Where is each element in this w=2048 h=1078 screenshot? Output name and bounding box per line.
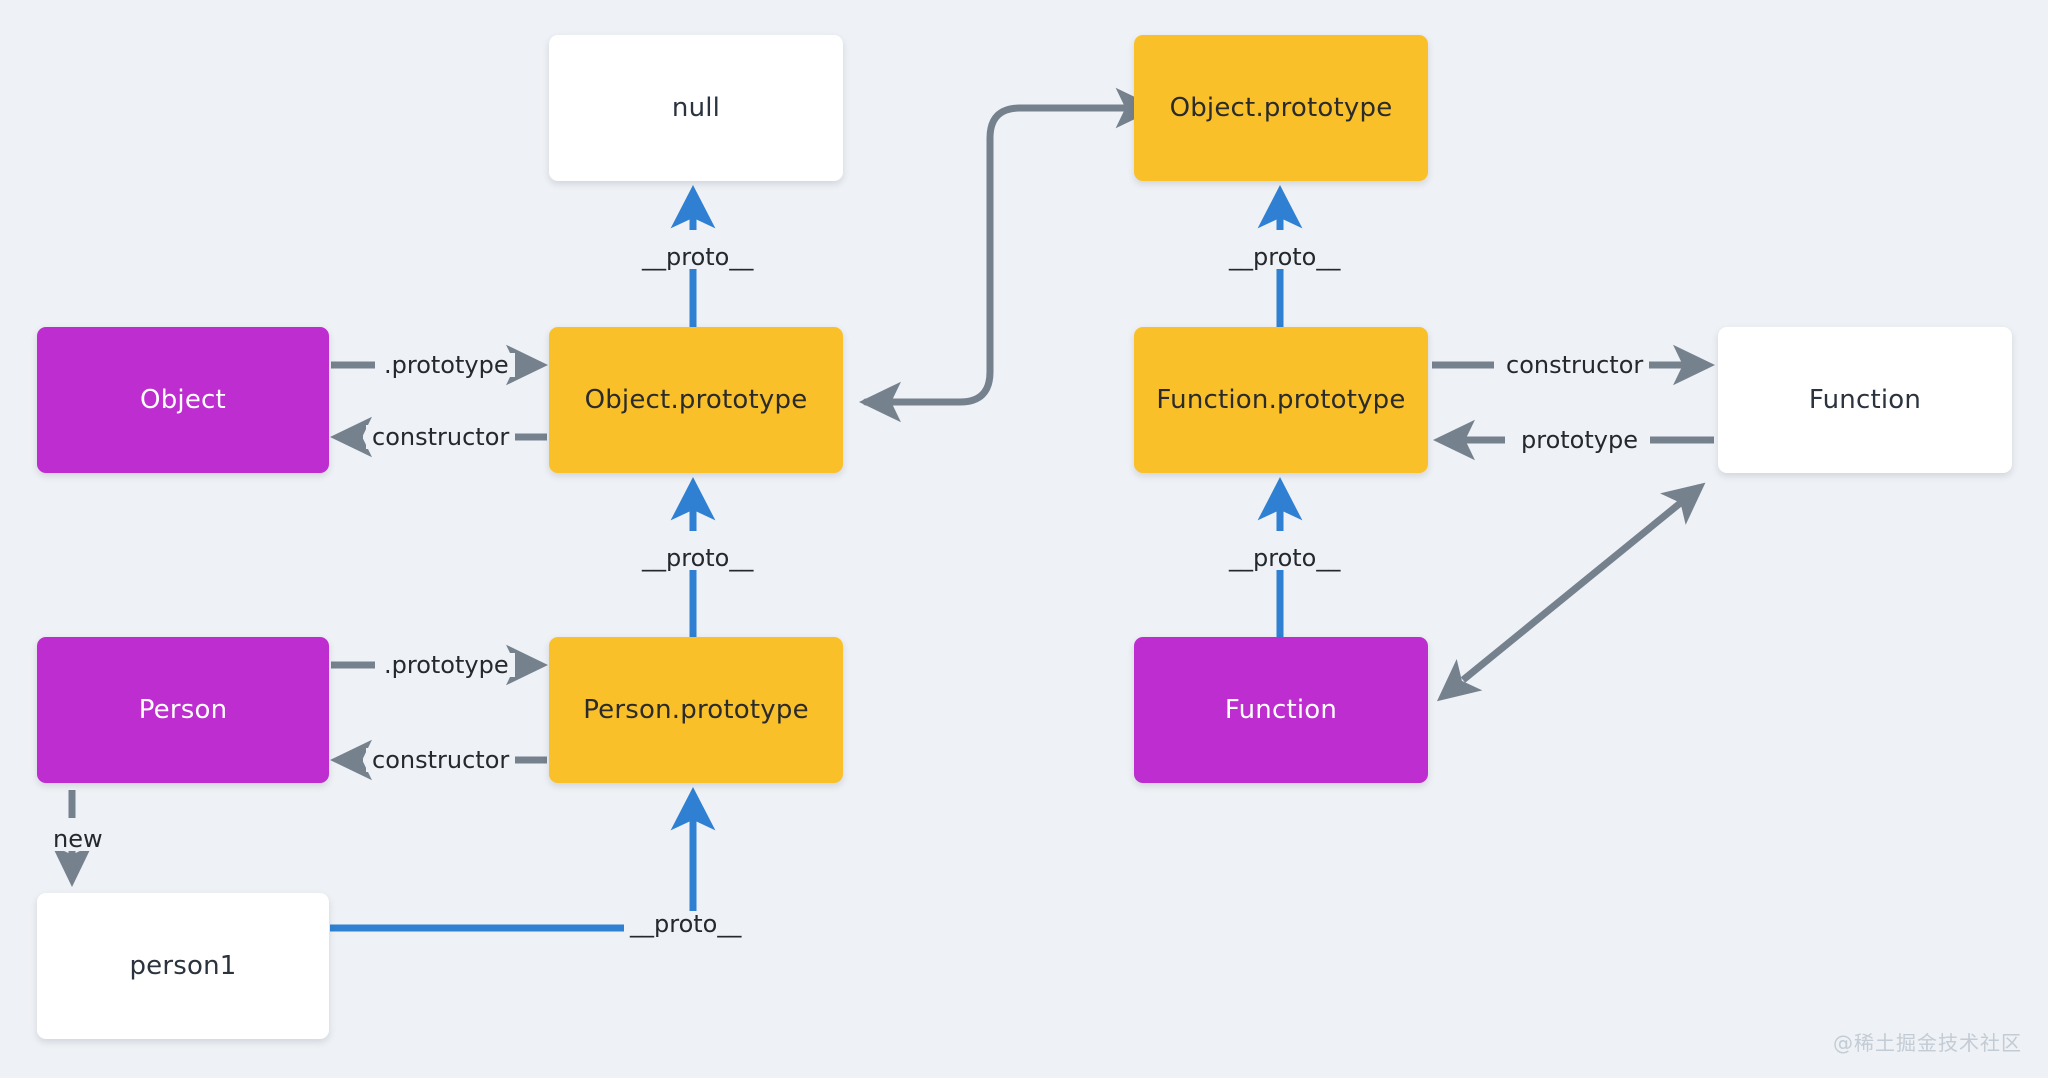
edge-label-object-prototype: .prototype [378, 353, 515, 377]
edge-label-functionprototype-constructor: constructor [1500, 353, 1650, 377]
edge-label-proto-objectprototype-null: __proto__ [636, 245, 760, 269]
node-function-prototype[interactable]: Function.prototype [1134, 327, 1428, 473]
node-person1[interactable]: person1 [37, 893, 329, 1039]
edge-label-proto-functionctor-functionprototype: __proto__ [1223, 546, 1347, 570]
node-label: person1 [129, 951, 237, 981]
node-label: Object [140, 385, 226, 415]
edge-label-proto-personprototype-objectprototype: __proto__ [636, 546, 760, 570]
node-label: Person [138, 695, 228, 725]
node-label: Function [1808, 385, 1922, 415]
node-function-plain[interactable]: Function [1718, 327, 2012, 473]
node-person-prototype[interactable]: Person.prototype [549, 637, 843, 783]
diagram-canvas: null Object Object.prototype Person Pers… [0, 0, 2048, 1078]
edge-label-function-prototype: prototype [1515, 428, 1644, 452]
node-null[interactable]: null [549, 35, 843, 181]
watermark: @稀土掘金技术社区 [1833, 1031, 2022, 1055]
node-label: null [671, 93, 721, 123]
edge-routed-objectprototypes [859, 87, 1158, 423]
node-label: Function [1224, 695, 1338, 725]
edge-label-personprototype-constructor: constructor [366, 748, 516, 772]
edge-label-objectprototype-constructor: constructor [366, 425, 516, 449]
edge-label-person-new: new [47, 827, 109, 851]
edge-proto-person1-personprototype [330, 786, 716, 932]
node-label: Object.prototype [584, 385, 808, 415]
node-label: Person.prototype [583, 695, 809, 725]
node-object-prototype-left[interactable]: Object.prototype [549, 327, 843, 473]
edge-label-person-prototype: .prototype [378, 653, 515, 677]
node-label: Function.prototype [1156, 385, 1406, 415]
node-label: Object.prototype [1169, 93, 1393, 123]
edge-bidir-function-functionplain [1436, 482, 1706, 702]
node-person-constructor[interactable]: Person [37, 637, 329, 783]
node-object-prototype-right[interactable]: Object.prototype [1134, 35, 1428, 181]
edge-label-proto-functionprototype-objectprototype: __proto__ [1223, 245, 1347, 269]
edge-label-proto-person1-personprototype: __proto__ [624, 912, 748, 936]
node-object-constructor[interactable]: Object [37, 327, 329, 473]
node-function-constructor[interactable]: Function [1134, 637, 1428, 783]
